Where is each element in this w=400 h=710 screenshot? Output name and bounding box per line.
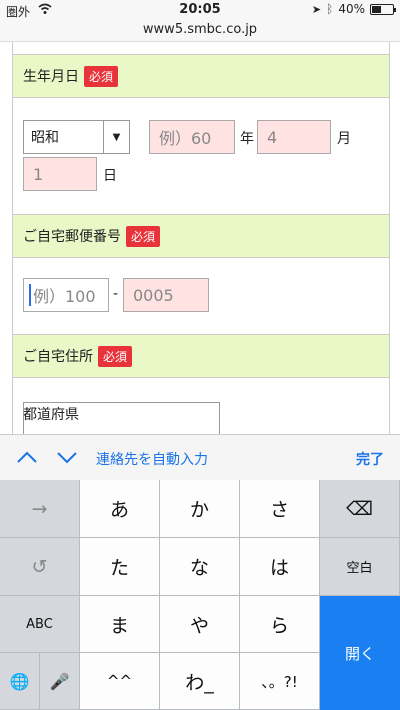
chevron-down-icon[interactable]: [56, 448, 78, 466]
text-cursor: [29, 284, 31, 306]
backspace-icon[interactable]: ⌫: [320, 480, 400, 538]
key-na[interactable]: な: [160, 538, 240, 596]
punctuation-key[interactable]: 、。?!: [240, 653, 320, 710]
chevron-up-icon[interactable]: [16, 448, 38, 466]
birth-day-input[interactable]: 1: [23, 157, 97, 191]
japanese-keyboard: → あ か さ ⌫ ↺ た な は 空白 ABC ま や ら 🌐 🎤 ^^ わ_…: [0, 480, 400, 710]
battery-icon: [370, 3, 396, 15]
required-badge: 必須: [84, 65, 119, 87]
birth-month-input[interactable]: 4: [257, 120, 331, 154]
battery-percent: 40%: [338, 2, 365, 16]
abc-key[interactable]: ABC: [0, 596, 80, 653]
key-ra[interactable]: ら: [240, 596, 320, 653]
microphone-icon[interactable]: 🎤: [40, 653, 80, 710]
postal-code-label: ご自宅郵便番号: [23, 229, 121, 245]
application-form: 生年月日 必須 昭和 ▼ 例）60 年 4 月 1 日 ご自宅郵便番号 必須 例…: [12, 42, 390, 434]
era-select[interactable]: 昭和 ▼: [23, 120, 130, 154]
key-ma[interactable]: ま: [80, 596, 160, 653]
status-bar: 圏外 20:05 ➤ ᛒ 40%: [0, 0, 400, 20]
globe-icon[interactable]: 🌐: [0, 653, 40, 710]
open-key[interactable]: 開く: [320, 596, 400, 710]
era-value: 昭和: [31, 130, 59, 146]
required-badge: 必須: [126, 225, 161, 247]
bluetooth-icon: ᛒ: [326, 2, 334, 16]
address-section-header: ご自宅住所 必須: [13, 334, 389, 378]
address-label: ご自宅住所: [23, 349, 93, 365]
postal-code-first-input[interactable]: 例）100: [23, 278, 109, 312]
chevron-down-icon: ▼: [103, 121, 129, 153]
url-bar[interactable]: www5.smbc.co.jp: [0, 20, 400, 42]
autofill-contact-button[interactable]: 連絡先を自動入力: [96, 449, 208, 469]
key-ta[interactable]: た: [80, 538, 160, 596]
space-key[interactable]: 空白: [320, 538, 400, 596]
done-button[interactable]: 完了: [356, 449, 384, 469]
postal-separator: -: [113, 286, 119, 302]
battery-fill: [372, 5, 381, 13]
keyboard-accessory-bar: 連絡先を自動入力 完了: [0, 434, 400, 480]
key-ka[interactable]: か: [160, 480, 240, 538]
postal-code-second-input[interactable]: 0005: [123, 278, 209, 312]
key-wa[interactable]: わ_: [160, 653, 240, 710]
key-ha[interactable]: は: [240, 538, 320, 596]
year-unit: 年: [240, 131, 254, 147]
month-unit: 月: [337, 131, 351, 147]
next-arrow-key[interactable]: →: [0, 480, 80, 538]
prefecture-select[interactable]: [23, 402, 220, 434]
key-ya[interactable]: や: [160, 596, 240, 653]
emoticon-key[interactable]: ^^: [80, 653, 160, 710]
key-sa[interactable]: さ: [240, 480, 320, 538]
day-unit: 日: [103, 168, 117, 184]
required-badge: 必須: [98, 345, 133, 367]
key-a[interactable]: あ: [80, 480, 160, 538]
birthdate-label: 生年月日: [23, 69, 79, 85]
undo-icon[interactable]: ↺: [0, 538, 80, 596]
birth-year-input[interactable]: 例）60: [149, 120, 235, 154]
birthdate-section-header: 生年月日 必須: [13, 54, 389, 98]
location-arrow-icon: ➤: [311, 2, 322, 16]
postal-code-section-header: ご自宅郵便番号 必須: [13, 214, 389, 258]
